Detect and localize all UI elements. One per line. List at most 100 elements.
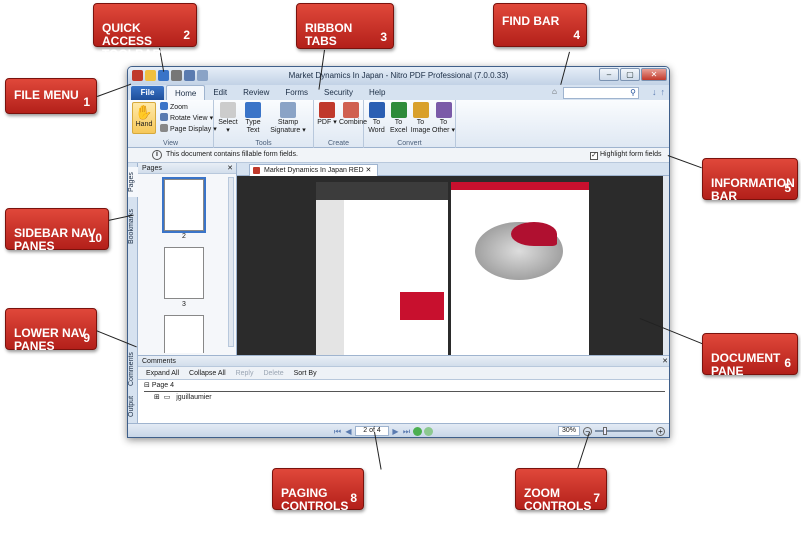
callout-find-bar: FIND BAR 4 xyxy=(493,3,587,47)
page-header-graphic xyxy=(316,182,448,200)
tab-forms[interactable]: Forms xyxy=(277,85,316,100)
reply-button[interactable]: Reply xyxy=(236,370,254,377)
sidebar-tab-comments[interactable]: Comments xyxy=(128,349,138,389)
first-page-icon[interactable]: ⏮ xyxy=(333,427,342,436)
page-display-button[interactable]: Page Display ▾ xyxy=(160,124,217,133)
zoom-controls: 30% − + xyxy=(558,426,665,436)
stamp-signature-button[interactable]: Stamp Signature ▾ xyxy=(266,102,310,135)
callout-information-bar: INFORMATION BAR 5 xyxy=(702,158,798,203)
collapse-all-button[interactable]: Collapse All xyxy=(189,370,226,377)
callout-sidebar-nav-panes: SIDEBAR NAV PANES 10 xyxy=(5,208,109,253)
sidebar-tab-output[interactable]: Output xyxy=(128,391,138,421)
word-icon xyxy=(368,102,385,118)
help-icon[interactable]: ⌂ xyxy=(552,87,557,96)
hand-icon: ✋ xyxy=(135,104,153,120)
to-word-button[interactable]: To Word xyxy=(366,102,387,135)
zoom-button[interactable]: Zoom xyxy=(160,102,188,111)
page-thumbnail[interactable] xyxy=(162,177,206,233)
find-next-icon[interactable]: ↓ xyxy=(652,87,657,97)
find-previous-icon[interactable]: ↑ xyxy=(661,87,666,97)
callout-zoom-controls: ZOOM CONTROLS 7 xyxy=(515,468,607,513)
close-tab-icon[interactable]: ✕ xyxy=(366,167,372,174)
search-icon[interactable]: ⚲ xyxy=(630,88,636,97)
rotate-icon xyxy=(160,113,168,121)
forward-icon[interactable] xyxy=(424,426,433,436)
zoom-in-icon[interactable]: + xyxy=(656,426,665,436)
back-icon[interactable] xyxy=(413,426,422,436)
to-image-button[interactable]: To Image xyxy=(410,102,431,135)
type-text-button[interactable]: Type Text xyxy=(242,102,264,135)
previous-page-icon[interactable]: ◀ xyxy=(344,427,353,436)
zoom-level-input[interactable]: 30% xyxy=(558,426,580,436)
delete-button[interactable]: Delete xyxy=(263,370,283,377)
ribbon-group-convert: To Word To Excel To Image To Other ▾ Con… xyxy=(364,100,456,148)
document-tab[interactable]: Market Dynamics In Japan RED ✕ xyxy=(249,164,379,176)
combine-button[interactable]: Combine xyxy=(339,102,367,127)
title-bar: Market Dynamics In Japan - Nitro PDF Pro… xyxy=(128,67,669,85)
sort-by-button[interactable]: Sort By xyxy=(294,370,317,377)
create-pdf-button[interactable]: PDF ▾ xyxy=(317,102,337,127)
document-page-left xyxy=(316,182,448,355)
page-number-input[interactable]: 2 of 4 xyxy=(355,426,389,436)
tab-review[interactable]: Review xyxy=(235,85,277,100)
combine-icon xyxy=(343,102,359,118)
pages-pane: Pages ✕ 2 3 xyxy=(138,163,237,355)
image-icon xyxy=(412,102,429,118)
other-format-icon xyxy=(435,102,452,118)
tab-help[interactable]: Help xyxy=(361,85,393,100)
maximize-button[interactable]: ▢ xyxy=(620,68,640,81)
tab-home[interactable]: Home xyxy=(166,85,206,100)
last-page-icon[interactable]: ⏭ xyxy=(402,427,411,436)
callout-quick-access-toolbar: QUICK ACCESS TOOLBAR 2 xyxy=(93,3,197,61)
document-tab-strip: Market Dynamics In Japan RED ✕ xyxy=(237,163,669,176)
comments-pane: Comments ✕ Expand All Collapse All Reply… xyxy=(138,355,669,425)
tab-security[interactable]: Security xyxy=(316,85,361,100)
close-pane-icon[interactable]: ✕ xyxy=(227,163,233,174)
sidebar-nav-tabs: Pages Bookmarks Comments Output xyxy=(128,163,138,425)
page-thumbnail-label: 2 xyxy=(182,233,186,240)
information-bar: i This document contains fillable form f… xyxy=(128,148,669,163)
close-button[interactable]: ✕ xyxy=(641,68,667,81)
group-label-tools: Tools xyxy=(255,140,272,147)
window-title: Market Dynamics In Japan - Nitro PDF Pro… xyxy=(288,71,509,80)
page-thumbnail[interactable] xyxy=(164,315,204,353)
paging-controls: ⏮ ◀ 2 of 4 ▶ ⏭ xyxy=(333,426,433,436)
pages-pane-header: Pages ✕ xyxy=(138,163,236,174)
comments-toolbar: Expand All Collapse All Reply Delete Sor… xyxy=(138,367,669,380)
signature-icon xyxy=(280,102,296,118)
ribbon-tab-row: File Home Edit Review Forms Security Hel… xyxy=(128,85,669,100)
select-cursor-icon xyxy=(220,102,236,118)
callout-document-pane: DOCUMENT PANE 6 xyxy=(702,333,798,378)
select-button[interactable]: Select ▾ xyxy=(218,102,238,135)
hand-tool-button[interactable]: ✋ Hand xyxy=(132,102,156,134)
to-other-button[interactable]: To Other ▾ xyxy=(432,102,455,135)
comment-row[interactable]: ⊞ ▭ jguillaumier xyxy=(144,392,665,404)
sidebar-tab-bookmarks[interactable]: Bookmarks xyxy=(128,203,138,249)
find-input[interactable]: ⚲ xyxy=(563,87,639,99)
minimize-button[interactable]: – xyxy=(599,68,619,81)
sidebar-tab-pages[interactable]: Pages xyxy=(128,167,138,197)
document-canvas[interactable] xyxy=(237,176,663,355)
tab-edit[interactable]: Edit xyxy=(205,85,235,100)
document-page-right xyxy=(451,182,589,355)
to-excel-button[interactable]: To Excel xyxy=(388,102,409,135)
page-thumbnail[interactable] xyxy=(164,247,204,299)
pages-pane-title: Pages xyxy=(142,165,162,172)
zoom-slider[interactable] xyxy=(595,427,653,435)
callout-ribbon-tabs: RIBBON TABS 3 xyxy=(296,3,394,49)
rotate-view-button[interactable]: Rotate View ▾ xyxy=(160,113,213,122)
expand-all-button[interactable]: Expand All xyxy=(146,370,179,377)
comments-pane-title: Comments xyxy=(142,358,176,365)
page-display-icon xyxy=(160,124,168,132)
info-message: This document contains fillable form fie… xyxy=(166,151,298,158)
group-label-create: Create xyxy=(327,140,349,147)
close-pane-icon[interactable]: ✕ xyxy=(662,356,668,367)
next-page-icon[interactable]: ▶ xyxy=(391,427,400,436)
comment-group-row[interactable]: ⊟ Page 4 xyxy=(144,380,665,392)
page-red-block xyxy=(400,292,444,320)
file-menu-button[interactable]: File xyxy=(131,86,164,100)
pages-scrollbar[interactable] xyxy=(228,177,234,347)
highlight-form-fields-checkbox[interactable]: ✓ Highlight form fields xyxy=(590,151,661,160)
zoom-slider-handle[interactable] xyxy=(603,427,607,435)
type-text-icon xyxy=(245,102,261,118)
